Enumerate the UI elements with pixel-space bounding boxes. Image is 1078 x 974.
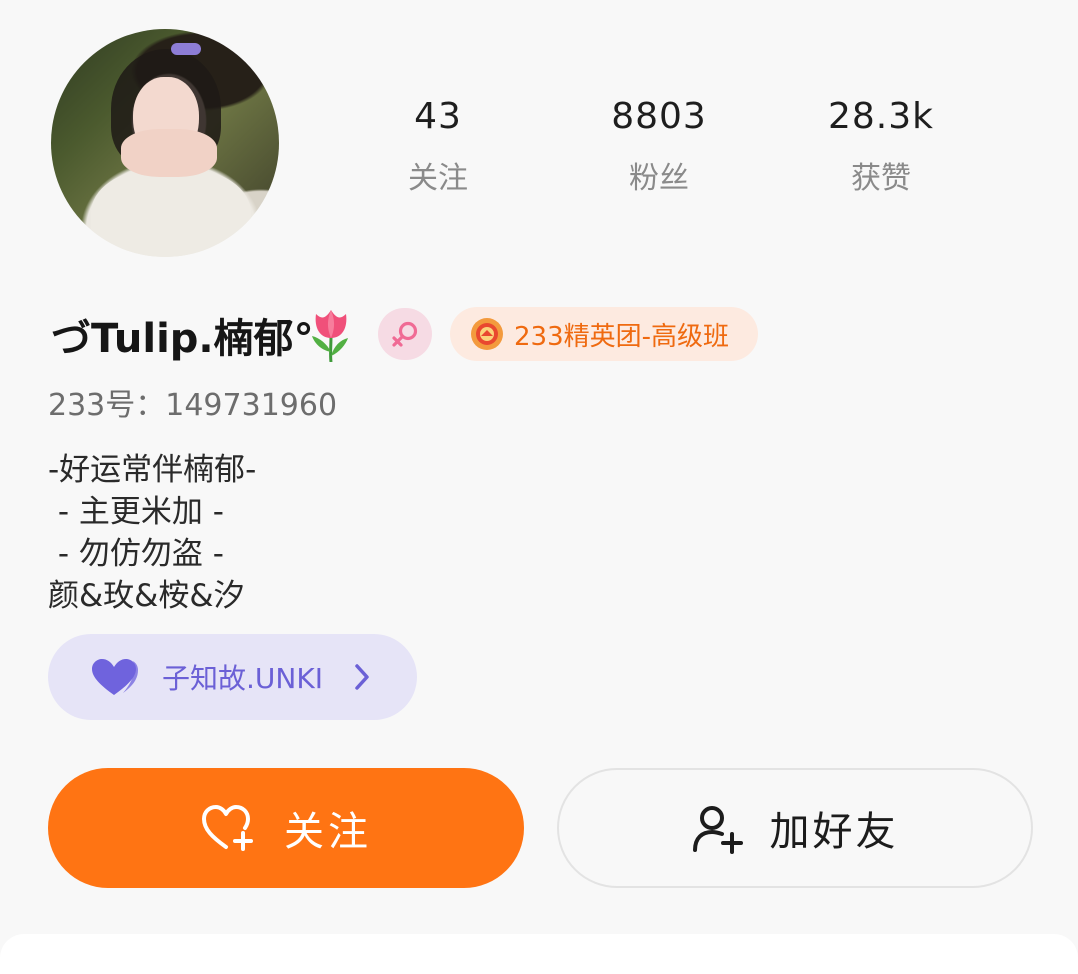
bio-line: - 主更米加 -	[48, 494, 224, 530]
group-entry[interactable]: 子知故.UNKI	[48, 634, 417, 720]
heart-icon	[92, 659, 138, 695]
tulip-icon	[312, 310, 348, 362]
club-badge-label: 233精英团-高级班	[514, 321, 730, 352]
club-badge[interactable]: 233精英团-高级班	[450, 307, 758, 361]
fans-label: 粉丝	[629, 161, 689, 196]
following-label: 关注	[408, 161, 468, 196]
heart-plus-icon	[202, 805, 253, 851]
stat-fans[interactable]: 8803 粉丝	[589, 90, 729, 200]
follow-button[interactable]: 关注	[48, 768, 524, 888]
female-icon	[392, 321, 418, 347]
group-name: 子知故.UNKI	[162, 662, 323, 695]
add-friend-button-label: 加好友	[769, 809, 899, 855]
stat-likes[interactable]: 28.3k 获赞	[811, 90, 951, 200]
avatar-shirt	[91, 169, 251, 257]
avatar-hands	[121, 129, 217, 177]
bio-line: -好运常伴楠郁-	[48, 452, 257, 488]
nickname: づTulip.楠郁°	[51, 316, 314, 362]
gender-badge	[378, 308, 432, 360]
add-user-icon	[692, 806, 743, 854]
chevron-right-icon	[355, 664, 369, 690]
likes-count: 28.3k	[827, 96, 934, 137]
follow-button-label: 关注	[284, 809, 372, 855]
club-emblem-icon	[471, 318, 503, 350]
user-id: 233号：149731960	[48, 388, 338, 423]
likes-label: 获赞	[851, 161, 911, 196]
bio-line: - 勿仿勿盗 -	[48, 536, 224, 572]
following-count: 43	[414, 96, 462, 137]
fans-count: 8803	[611, 96, 707, 137]
content-card-top	[0, 934, 1078, 974]
avatar-headband	[171, 43, 201, 55]
stat-following[interactable]: 43 关注	[368, 90, 508, 200]
avatar[interactable]	[51, 29, 279, 257]
add-friend-button[interactable]: 加好友	[557, 768, 1033, 888]
bio-line: 颜&玫&桉&汐	[48, 578, 245, 614]
